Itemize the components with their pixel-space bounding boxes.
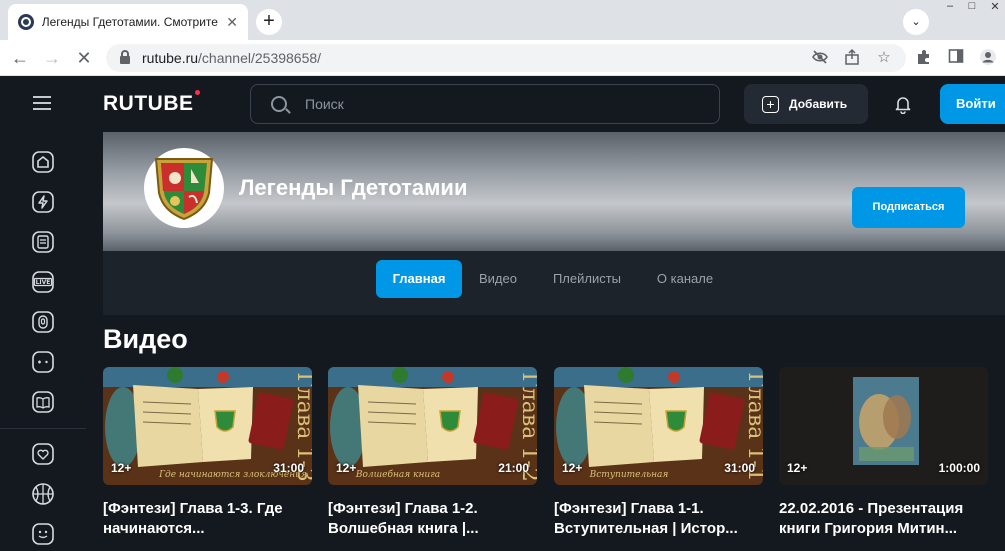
- heart-icon[interactable]: [31, 442, 55, 466]
- menu-burger-icon[interactable]: [33, 96, 51, 110]
- tab-videos[interactable]: Видео: [468, 260, 528, 298]
- close-tab-icon[interactable]: ✕: [226, 14, 238, 31]
- site-header: RUTUBE + Добавить Войти: [0, 76, 1005, 132]
- video-thumbnail[interactable]: Глава 1-1 Вступительная 12+ 31:00: [554, 367, 763, 485]
- notifications-bell-icon[interactable]: [893, 94, 913, 115]
- subscribe-button[interactable]: Подписаться: [852, 187, 965, 228]
- tracking-blocked-icon[interactable]: [810, 48, 830, 68]
- add-video-label: Добавить: [789, 97, 848, 111]
- age-rating-badge: 12+: [787, 461, 808, 475]
- gamepad-icon[interactable]: [31, 350, 55, 374]
- video-card[interactable]: Глава 1-2 Волшебная книга 12+ 21:00 [Фэн…: [328, 367, 537, 539]
- sport-icon[interactable]: [31, 310, 55, 334]
- bookmark-star-icon[interactable]: ☆: [874, 48, 894, 68]
- svg-text:Волшебная книга: Волшебная книга: [355, 469, 440, 480]
- browser-tab-title: Легенды Гдетотамии. Смотрите: [41, 15, 218, 29]
- video-title[interactable]: 22.02.2016 - Презентация книги Григория …: [779, 499, 988, 539]
- age-rating-badge: 12+: [562, 461, 583, 475]
- video-title[interactable]: [Фэнтези] Глава 1-2. Волшебная книга |..…: [328, 499, 537, 539]
- video-thumbnail[interactable]: Глава 1-3 Где начинаются злоключения 12+…: [103, 367, 312, 485]
- maximize-icon[interactable]: □: [963, 0, 981, 14]
- home-icon[interactable]: [31, 150, 55, 174]
- search-input[interactable]: [305, 96, 685, 112]
- profile-avatar-icon[interactable]: [978, 48, 998, 68]
- lock-icon: [120, 50, 130, 64]
- plus-icon: +: [762, 95, 779, 113]
- browser-tab-strip: Легенды Гдетотамии. Смотрите ✕ + ⌄ – □ ✕: [0, 0, 1005, 40]
- video-thumbnail[interactable]: 12+ 1:00:00: [779, 367, 988, 485]
- address-bar[interactable]: rutube.ru/channel/25398658/: [106, 44, 906, 72]
- login-button[interactable]: Войти: [940, 84, 1005, 124]
- video-card[interactable]: Глава 1-3 Где начинаются злоключения 12+…: [103, 367, 312, 539]
- back-arrow-icon[interactable]: ←: [8, 46, 32, 70]
- tab-home[interactable]: Главная: [376, 260, 462, 298]
- age-rating-badge: 12+: [111, 461, 132, 475]
- svg-text:LIVE: LIVE: [36, 279, 51, 286]
- url-text: rutube.ru/channel/25398658/: [142, 50, 322, 66]
- sidebar-divider: [0, 428, 86, 429]
- rutube-app: RUTUBE + Добавить Войти LIVE: [0, 76, 1005, 547]
- new-tab-button[interactable]: +: [256, 9, 282, 35]
- basketball-icon[interactable]: [31, 482, 55, 506]
- sidebar: LIVE: [0, 132, 86, 547]
- duration-badge: 31:00: [273, 461, 304, 475]
- rutube-favicon-icon: [18, 14, 34, 30]
- channel-avatar[interactable]: [144, 148, 224, 228]
- add-video-button[interactable]: + Добавить: [744, 84, 868, 124]
- channel-shield-logo-icon: [154, 158, 214, 221]
- browser-toolbar: ← → ✕ rutube.ru/channel/25398658/ ☆: [0, 40, 1005, 76]
- video-card[interactable]: Глава 1-1 Вступительная 12+ 31:00 [Фэнте…: [554, 367, 763, 539]
- video-thumbnail[interactable]: Глава 1-2 Волшебная книга 12+ 21:00: [328, 367, 537, 485]
- smile-icon[interactable]: [31, 522, 55, 546]
- rutube-logo[interactable]: RUTUBE: [103, 90, 200, 116]
- duration-badge: 1:00:00: [938, 461, 980, 475]
- share-icon[interactable]: [842, 48, 862, 68]
- side-panel-icon[interactable]: [946, 48, 966, 68]
- video-title[interactable]: [Фэнтези] Глава 1-1. Вступительная | Ист…: [554, 499, 763, 539]
- duration-badge: 21:00: [498, 461, 529, 475]
- video-title[interactable]: [Фэнтези] Глава 1-3. Где начинаются...: [103, 499, 312, 539]
- video-card[interactable]: 12+ 1:00:00 22.02.2016 - Презентация кни…: [779, 367, 988, 539]
- book-icon[interactable]: [31, 390, 55, 414]
- duration-badge: 31:00: [724, 461, 755, 475]
- channel-name: Легенды Гдетотамии: [239, 175, 468, 200]
- forward-arrow-icon[interactable]: →: [40, 46, 64, 70]
- tab-about[interactable]: О канале: [649, 260, 721, 298]
- subscriptions-icon[interactable]: [31, 230, 55, 254]
- search-box[interactable]: [250, 84, 720, 124]
- channel-banner: Легенды Гдетотамии Подписаться: [103, 132, 1005, 251]
- lightning-icon[interactable]: [31, 190, 55, 214]
- videos-section-title: Видео: [103, 324, 188, 354]
- svg-text:Вступительная: Вступительная: [589, 470, 669, 480]
- tab-playlists[interactable]: Плейлисты: [543, 260, 631, 298]
- minimize-icon[interactable]: –: [941, 0, 959, 14]
- channel-tabs: Главная Видео Плейлисты О канале: [103, 251, 1005, 315]
- extensions-puzzle-icon[interactable]: [914, 48, 934, 68]
- search-icon: [271, 96, 287, 112]
- tab-search-button[interactable]: ⌄: [903, 9, 929, 35]
- age-rating-badge: 12+: [336, 461, 357, 475]
- live-icon[interactable]: LIVE: [31, 270, 55, 294]
- stop-loading-icon[interactable]: ✕: [72, 46, 96, 70]
- close-window-icon[interactable]: ✕: [986, 0, 1004, 14]
- browser-tab[interactable]: Легенды Гдетотамии. Смотрите ✕: [8, 4, 248, 40]
